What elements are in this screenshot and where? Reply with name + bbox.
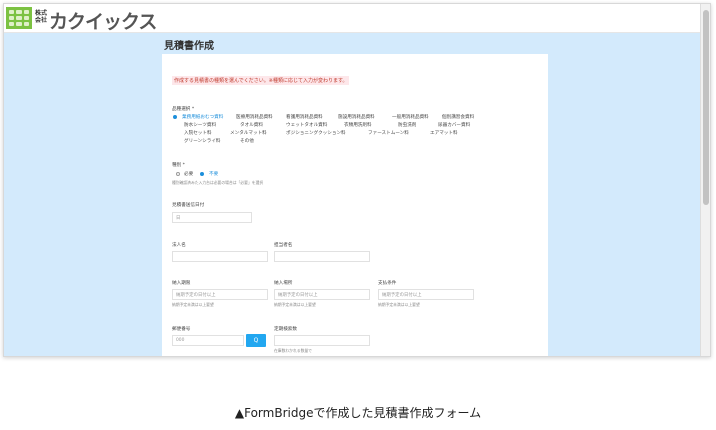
delivery-deadline-label: 納入期限: [172, 281, 191, 286]
item-option[interactable]: 入院セット料: [184, 130, 212, 136]
scrollbar-thumb[interactable]: [703, 10, 709, 205]
need-label: 種別 *: [172, 163, 185, 168]
zip-input[interactable]: 000: [172, 335, 244, 346]
item-option[interactable]: ウェットタオル資料: [286, 122, 327, 128]
payment-terms-label: 支払条件: [378, 281, 397, 286]
item-option[interactable]: ファーストムーン料: [368, 130, 409, 136]
delivery-deadline-input[interactable]: 納期予定の日付以上: [172, 289, 268, 300]
item-option[interactable]: 一般用消耗品資料: [392, 114, 429, 120]
item-option[interactable]: 個別講習会資料: [442, 114, 474, 120]
form-notice: 作成する見積書の種類を選んでください。※種類に応じて入力が変わります。: [172, 76, 350, 85]
site-header: 株式会社 カクイックス: [4, 4, 700, 33]
need-hint: 種別確認済みた入力台は必要の場合は「必要」を選択: [172, 180, 264, 185]
company-logo-icon[interactable]: [6, 7, 32, 29]
item-option[interactable]: その他: [240, 138, 254, 144]
item-option[interactable]: 防虫洗剤: [398, 122, 416, 128]
item-option[interactable]: 施設用消耗品資料: [338, 114, 375, 120]
need-radio-required[interactable]: [176, 172, 180, 176]
logo-company-type: 株式会社: [35, 10, 48, 24]
delivery-place-input[interactable]: 納期予定の日付以上: [274, 289, 370, 300]
person-name-input[interactable]: [274, 251, 370, 262]
browser-window: 株式会社 カクイックス 見積書作成 作成する見積書の種類を選んでください。※種類…: [3, 3, 711, 357]
item-option[interactable]: タオル資料: [240, 122, 263, 128]
item-option[interactable]: 衣類用洗剤料: [344, 122, 372, 128]
delivery-place-hint: 納期予定未満は以上要望: [274, 302, 316, 307]
payment-terms-hint: 納期予定未満は以上要望: [378, 302, 420, 307]
need-option-not-required[interactable]: 不要: [209, 171, 218, 177]
item-option[interactable]: ポジショニングクッション料: [286, 130, 346, 136]
remarks-input[interactable]: [274, 335, 370, 346]
item-option[interactable]: 医療用消耗品資料: [236, 114, 273, 120]
estimate-form: 作成する見積書の種類を選んでください。※種類に応じて入力が変わります。 品種選択…: [162, 54, 548, 356]
remarks-label: 定期検索数: [274, 327, 297, 332]
item-radio-selected[interactable]: [173, 115, 177, 119]
item-option[interactable]: メンタルマット料: [230, 130, 267, 136]
date-input[interactable]: 日: [172, 212, 252, 223]
item-option[interactable]: エアマット料: [430, 130, 458, 136]
item-select-label: 品種選択 *: [172, 107, 195, 112]
item-option[interactable]: 防水シーツ資料: [184, 122, 216, 128]
zip-label: 郵便番号: [172, 327, 191, 332]
page-title: 見積書作成: [164, 41, 214, 52]
delivery-place-label: 納入場所: [274, 281, 293, 286]
person-name-label: 担当者名: [274, 243, 293, 248]
logo-company-name[interactable]: カクイックス: [49, 7, 157, 34]
vertical-scrollbar[interactable]: [700, 4, 710, 356]
zip-search-button[interactable]: Q: [246, 334, 266, 347]
need-option-required[interactable]: 必要: [184, 171, 193, 177]
remarks-hint: 在庫数わかれる数量で: [274, 348, 312, 353]
item-option[interactable]: 看護用消耗品資料: [286, 114, 323, 120]
need-radio-not-required[interactable]: [200, 172, 204, 176]
company-name-label: 法人名: [172, 243, 186, 248]
item-option[interactable]: 尿器カバー資料: [438, 122, 470, 128]
item-option[interactable]: 業務用紙おむつ資料: [182, 114, 223, 120]
company-name-input[interactable]: [172, 251, 268, 262]
figure-caption: ▲FormBridgeで作成した見積書作成フォーム: [234, 406, 482, 420]
delivery-deadline-hint: 納期予定未満は以上要望: [172, 302, 214, 307]
date-label: 見積書送信日付: [172, 203, 205, 208]
item-option[interactable]: グリーンシライ料: [184, 138, 221, 144]
payment-terms-input[interactable]: 納期予定の日付以上: [378, 289, 474, 300]
